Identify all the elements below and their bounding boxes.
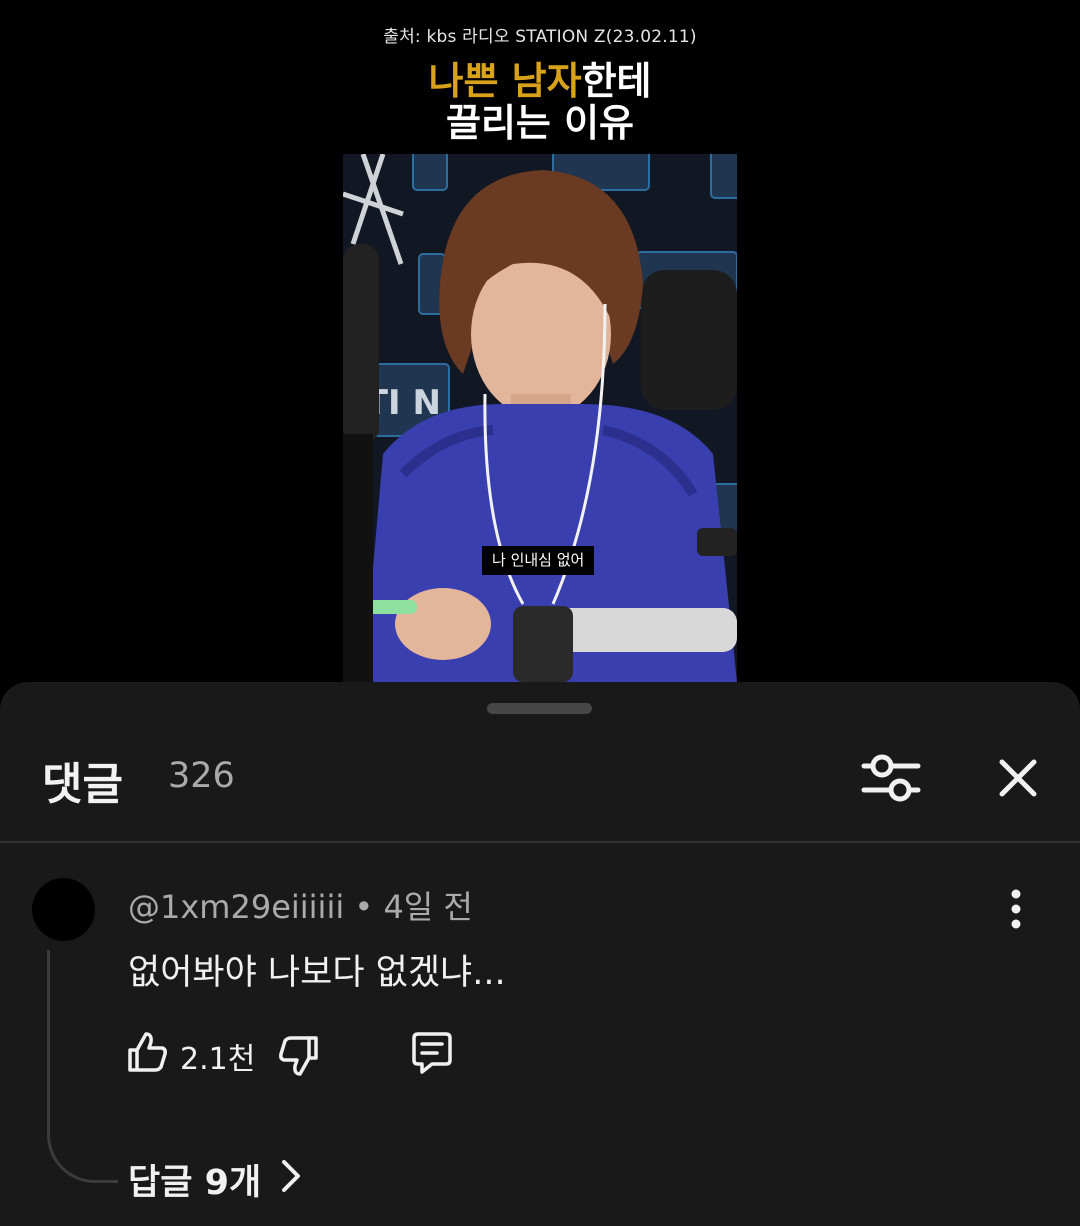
dislike-icon (279, 1036, 318, 1076)
filter-button[interactable] (858, 750, 924, 806)
close-icon (999, 759, 1037, 797)
replies-chevron[interactable] (278, 1156, 306, 1196)
like-icon (128, 1032, 167, 1072)
video-title-line-2: 끌리는 이유 (445, 101, 635, 145)
comments-title: 댓글 (42, 759, 123, 810)
chevron-right-icon (282, 1160, 300, 1192)
like-button[interactable] (124, 1030, 170, 1076)
comments-count: 326 (168, 756, 235, 796)
drag-handle[interactable] (487, 703, 592, 714)
more-vert-icon (1011, 889, 1021, 929)
comments-panel: 댓글 326 @1xm29eiiiiii • 4일 전 없어봐야 나보다 없겠냐… (0, 682, 1080, 1226)
like-count: 2.1천 (180, 1042, 256, 1077)
thread-connector (47, 950, 118, 1183)
video-title-line-1: 나쁜 남자한테 (0, 58, 1080, 104)
reply-button[interactable] (406, 1028, 456, 1078)
video-title-rest: 한테 (581, 59, 652, 103)
video-subtitle: 나 인내심 없어 (482, 546, 595, 575)
comment-text: 없어봐야 나보다 없겠냐... (128, 953, 506, 993)
source-credit: 출처: kbs 라디오 STATION Z(23.02.11) (383, 27, 697, 47)
sliders-icon (861, 754, 921, 802)
reply-icon (412, 1032, 452, 1074)
video-player[interactable]: 출처: kbs 라디오 STATION Z(23.02.11) 나쁜 남자한테 … (0, 0, 1080, 700)
video-title-highlight: 나쁜 남자 (428, 59, 582, 103)
comment-author-time[interactable]: @1xm29eiiiiii • 4일 전 (128, 882, 473, 928)
view-replies-link[interactable]: 답글 9개 (128, 1154, 261, 1205)
dislike-button[interactable] (276, 1032, 322, 1078)
comment-more-button[interactable] (996, 886, 1036, 932)
header-divider (0, 841, 1080, 843)
close-button[interactable] (990, 750, 1046, 806)
video-frame: ATI N (343, 154, 737, 682)
avatar[interactable] (32, 878, 95, 941)
